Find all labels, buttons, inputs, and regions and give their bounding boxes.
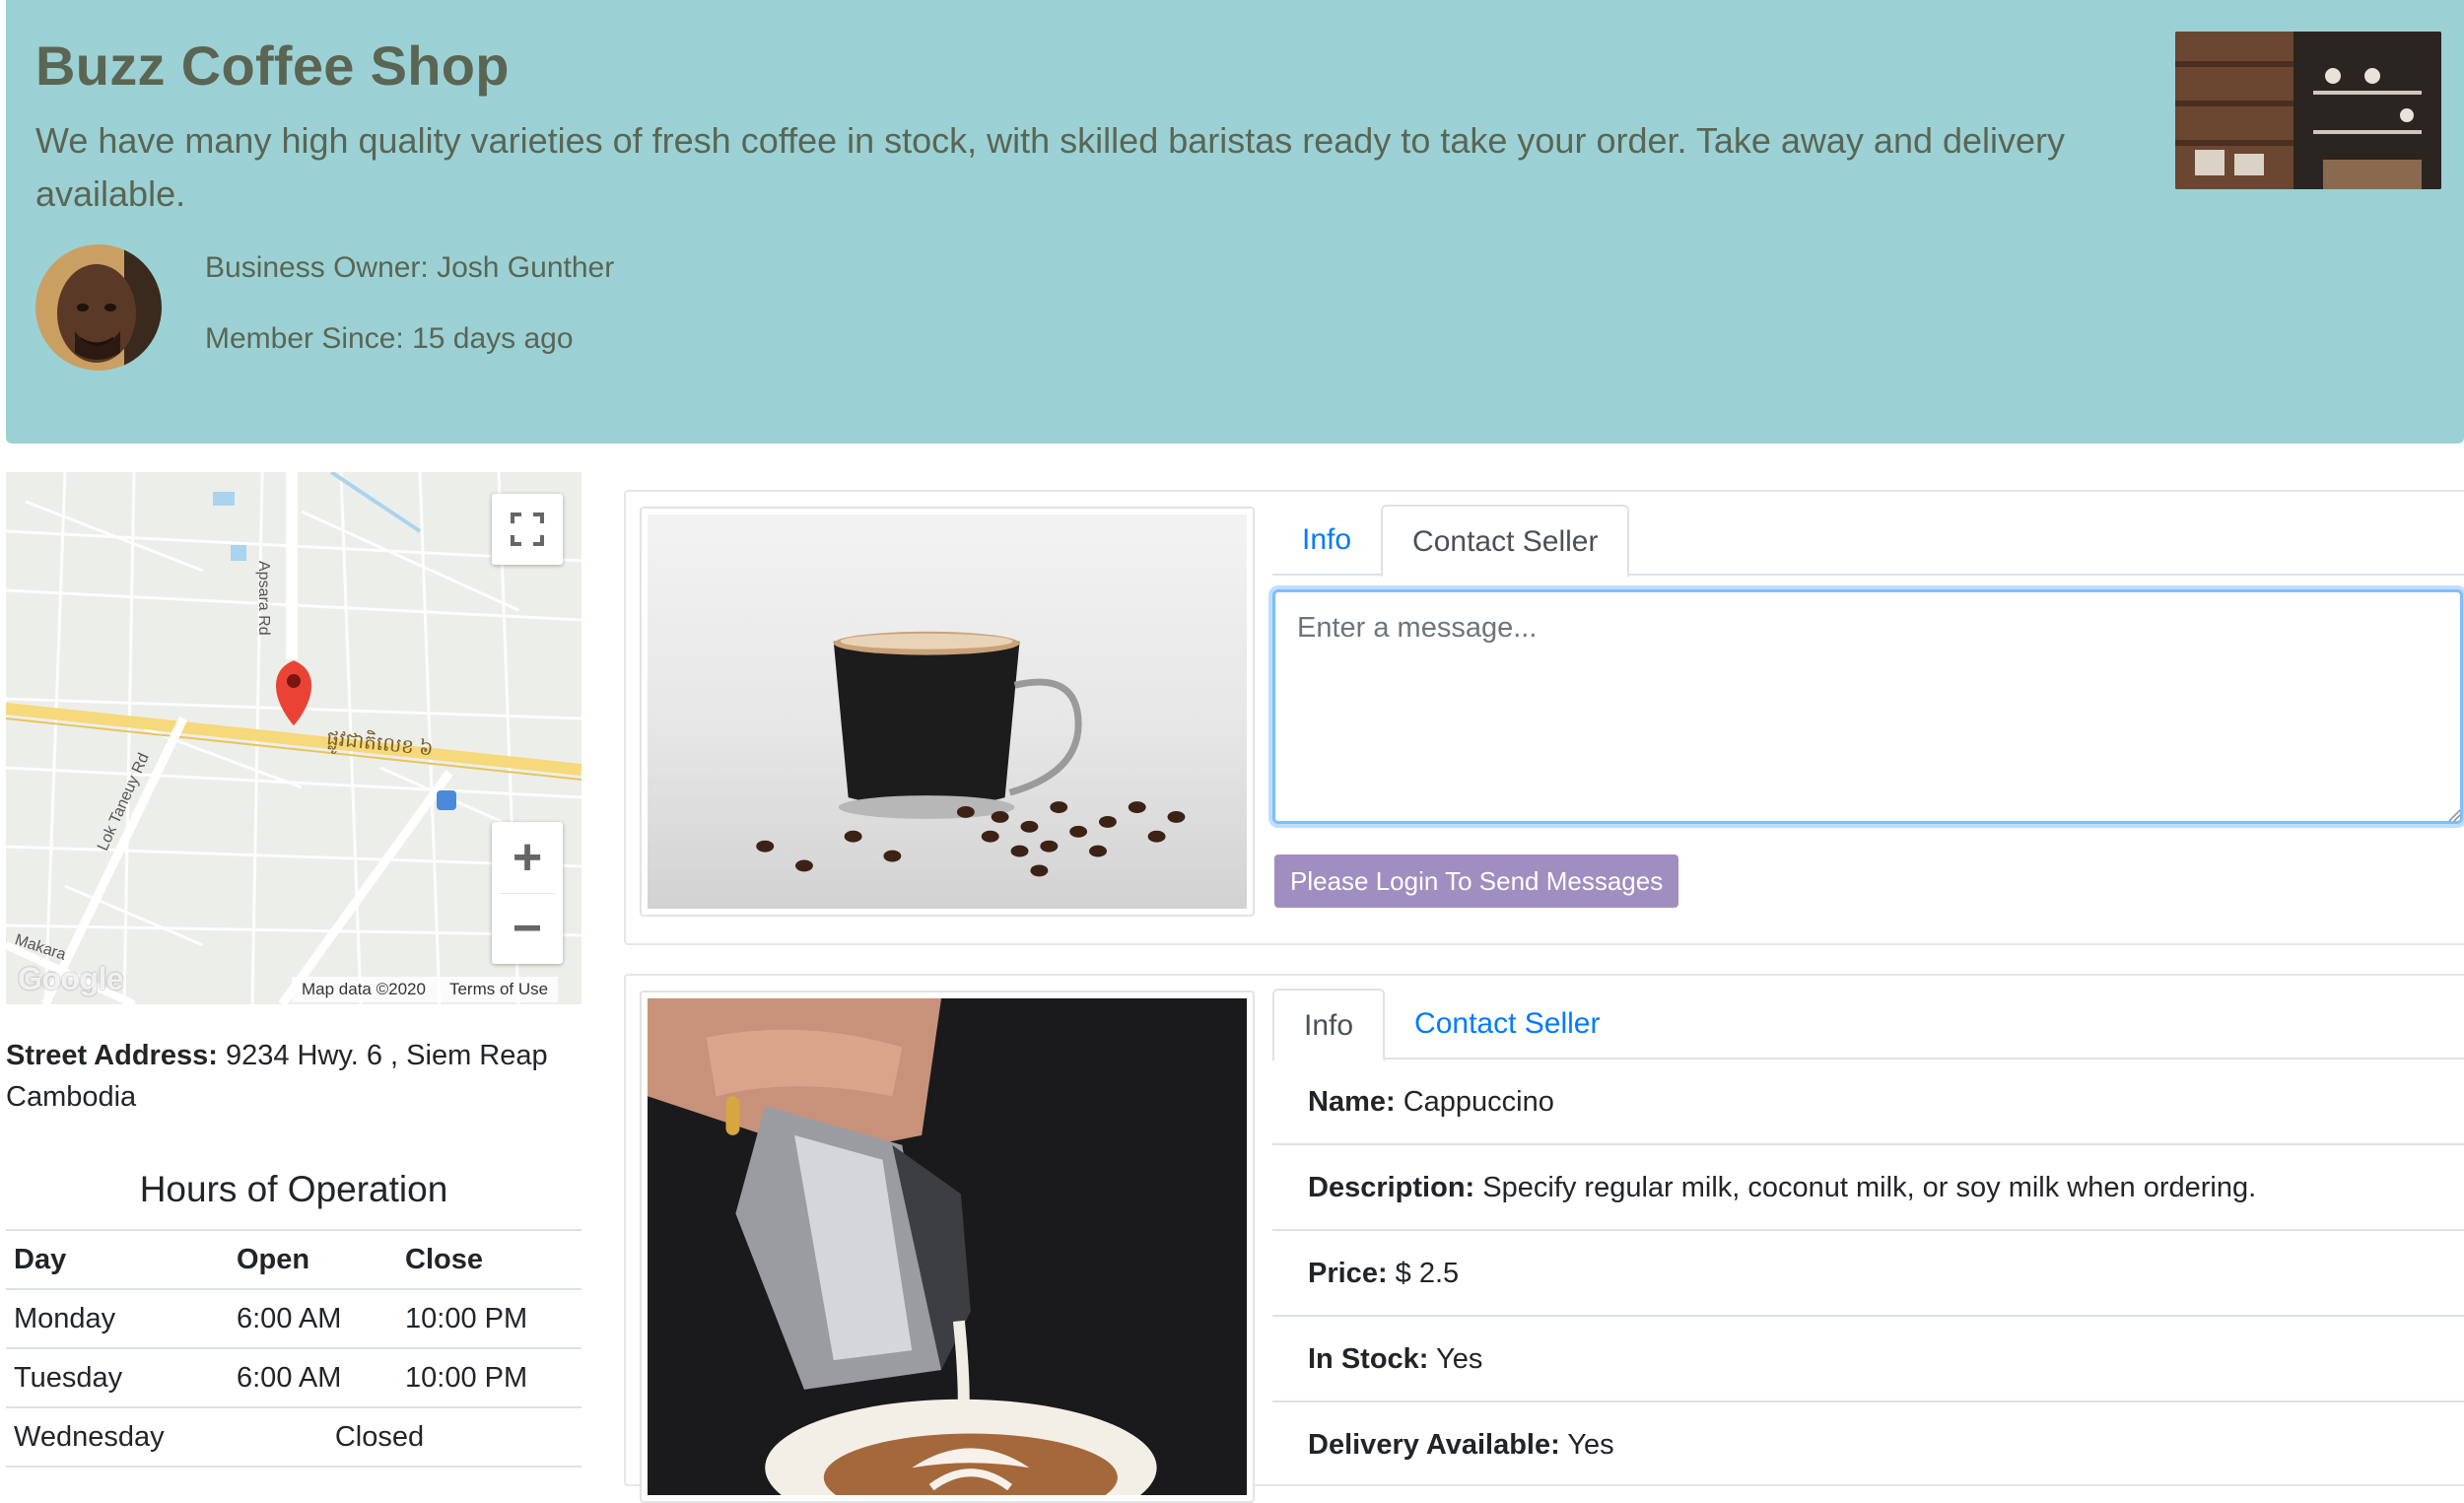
map-road-label-apsara: Apsara Rd bbox=[255, 561, 272, 636]
map-data-text: Map data ©2020 bbox=[302, 980, 426, 998]
zoom-in-button[interactable]: + bbox=[492, 822, 563, 893]
tab-contact-seller[interactable]: Contact Seller bbox=[1385, 989, 1629, 1059]
tab-contact-seller[interactable]: Contact Seller bbox=[1381, 505, 1630, 578]
detail-label: In Stock: bbox=[1308, 1343, 1429, 1375]
hours-header-open: Open bbox=[229, 1229, 397, 1289]
shop-banner-image bbox=[2175, 32, 2441, 189]
shop-header: Buzz Coffee Shop We have many high quali… bbox=[6, 0, 2464, 444]
zoom-out-button[interactable]: − bbox=[492, 894, 563, 965]
hours-close: 10:00 PM bbox=[397, 1288, 582, 1348]
map-attribution: Map data ©2020 Terms of Use bbox=[292, 977, 559, 1002]
detail-value: $ 2.5 bbox=[1395, 1258, 1460, 1289]
product-details: Name: Cappuccino Description: Specify re… bbox=[1272, 1059, 2464, 1488]
tab-info[interactable]: Info bbox=[1272, 505, 1381, 576]
detail-label: Name: bbox=[1308, 1086, 1396, 1118]
detail-value: Specify regular milk, coconut milk, or s… bbox=[1482, 1172, 2257, 1203]
hours-header-close: Close bbox=[397, 1229, 582, 1289]
product-photo bbox=[640, 507, 1255, 917]
send-message-button[interactable]: Please Login To Send Messages bbox=[1274, 854, 1679, 908]
detail-label: Description: bbox=[1308, 1172, 1475, 1203]
message-input[interactable] bbox=[1272, 589, 2463, 824]
street-address-label: Street Address: bbox=[6, 1040, 218, 1071]
detail-value: Cappuccino bbox=[1403, 1086, 1554, 1118]
detail-value: Yes bbox=[1567, 1429, 1614, 1461]
hours-table: Day Open Close Monday 6:00 AM 10:00 PM T… bbox=[6, 1229, 582, 1468]
product-photo bbox=[640, 991, 1255, 1503]
street-address: Street Address: 9234 Hwy. 6 , Siem Reap … bbox=[6, 1035, 578, 1118]
hours-open: 6:00 AM bbox=[229, 1347, 397, 1407]
map-zoom-control: + − bbox=[492, 822, 563, 964]
detail-name: Name: Cappuccino bbox=[1272, 1059, 2464, 1145]
detail-label: Delivery Available: bbox=[1308, 1429, 1560, 1461]
business-owner: Business Owner: Josh Gunther bbox=[205, 251, 615, 284]
table-row: Wednesday Closed bbox=[6, 1406, 582, 1468]
shop-title: Buzz Coffee Shop bbox=[35, 34, 510, 97]
detail-delivery: Delivery Available: Yes bbox=[1272, 1402, 2464, 1488]
google-logo: Google bbox=[18, 961, 124, 996]
hours-header-day: Day bbox=[6, 1229, 229, 1289]
fullscreen-icon bbox=[511, 512, 544, 546]
product-card: Info Contact Seller Name: Cappuccino Des… bbox=[624, 974, 2464, 1503]
detail-label: Price: bbox=[1308, 1258, 1388, 1289]
product-tabs: Info Contact Seller bbox=[1272, 505, 2464, 578]
detail-value: Yes bbox=[1436, 1343, 1483, 1375]
hours-open: 6:00 AM bbox=[229, 1288, 397, 1348]
map-fullscreen-button[interactable] bbox=[492, 494, 563, 565]
hours-close: 10:00 PM bbox=[397, 1347, 582, 1407]
tab-info[interactable]: Info bbox=[1272, 989, 1386, 1061]
product-tabs: Info Contact Seller bbox=[1272, 989, 2464, 1061]
member-since: Member Since: 15 days ago bbox=[205, 322, 574, 355]
detail-price: Price: $ 2.5 bbox=[1272, 1231, 2464, 1317]
hours-header-row: Day Open Close bbox=[6, 1229, 582, 1289]
resize-grip-icon[interactable] bbox=[2447, 808, 2461, 822]
hours-day: Tuesday bbox=[6, 1347, 229, 1407]
hours-title: Hours of Operation bbox=[139, 1169, 448, 1209]
hours-closed: Closed bbox=[229, 1406, 582, 1468]
table-row: Tuesday 6:00 AM 10:00 PM bbox=[6, 1347, 582, 1407]
hours-day: Wednesday bbox=[6, 1406, 229, 1468]
shop-description: We have many high quality varieties of f… bbox=[35, 120, 2066, 214]
owner-avatar bbox=[35, 244, 162, 371]
map-terms-link[interactable]: Terms of Use bbox=[449, 977, 548, 1002]
detail-description: Description: Specify regular milk, cocon… bbox=[1272, 1145, 2464, 1231]
table-row: Monday 6:00 AM 10:00 PM bbox=[6, 1288, 582, 1348]
location-map[interactable]: Apsara Rd Lok Taneuy Rd ផ្លូវជាតិលេខ ៦ M… bbox=[6, 472, 582, 1004]
detail-in-stock: In Stock: Yes bbox=[1272, 1317, 2464, 1402]
hours-day: Monday bbox=[6, 1288, 229, 1348]
product-card: Info Contact Seller Please Login To Send… bbox=[624, 490, 2464, 945]
